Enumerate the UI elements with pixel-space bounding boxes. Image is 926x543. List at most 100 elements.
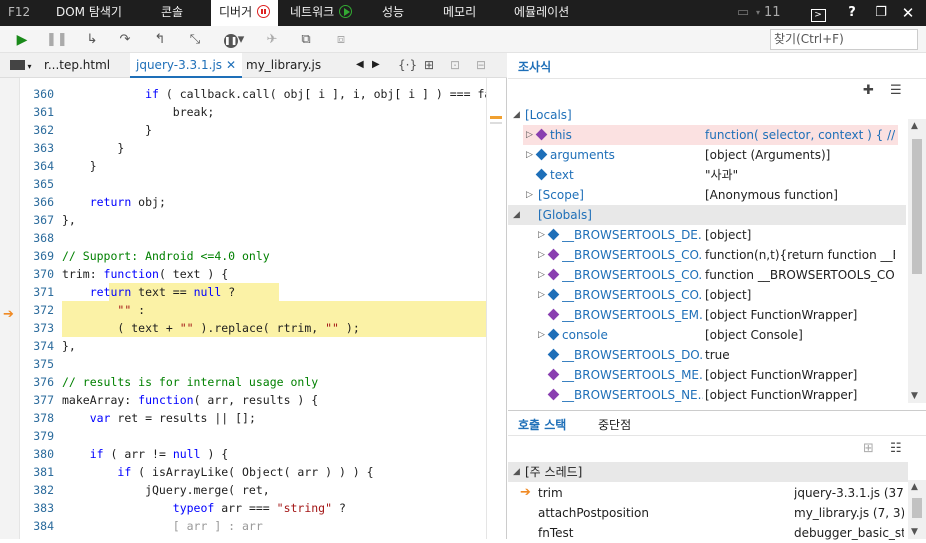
monitor-icon[interactable]: ▭	[733, 0, 753, 26]
watch-row[interactable]: __BROWSERTOOLS_DO... true	[508, 345, 906, 365]
code-line: 361 break;	[20, 103, 486, 121]
expand-arrow-icon[interactable]: ▷	[538, 245, 545, 265]
file-tab-mylibrary[interactable]: my_library.js	[240, 53, 327, 78]
watch-row[interactable]: __BROWSERTOOLS_EM... [object FunctionWrap…	[508, 305, 906, 325]
expand-arrow-icon[interactable]: ◢	[513, 105, 520, 125]
code-editor[interactable]: 360 if ( callback.call( obj[ i ], i, obj…	[20, 78, 486, 539]
tab-debugger[interactable]: 디버거	[211, 0, 278, 26]
step-over-icon[interactable]: ↷	[115, 30, 135, 50]
tab-emulation[interactable]: 에뮬레이션	[514, 0, 569, 26]
dropdown-icon[interactable]: ▾	[754, 0, 762, 26]
expand-arrow-icon[interactable]: ▷	[526, 125, 533, 145]
watch-row[interactable]: ▷ arguments [object (Arguments)]	[508, 145, 906, 165]
callstack-scrollbar[interactable]: ▲ ▼	[908, 480, 926, 539]
code-text: if ( arr != null ) {	[89, 447, 229, 461]
expand-arrow-icon[interactable]: ▷	[538, 265, 545, 285]
find-input[interactable]: 찾기(Ctrl+F)	[770, 29, 918, 50]
scroll-down-icon[interactable]: ▼	[911, 391, 918, 401]
callstack-options-icon[interactable]: ⊞	[863, 441, 874, 456]
close-icon[interactable]: ✕	[900, 0, 916, 26]
expand-arrow-icon[interactable]: ◢	[513, 205, 520, 225]
watch-row[interactable]: ▷ __BROWSERTOOLS_DE... [object]	[508, 225, 906, 245]
scroll-thumb[interactable]	[912, 498, 922, 518]
collapse-arrow-icon: ◢	[513, 467, 520, 477]
watch-row[interactable]: ▷ [Scope] [Anonymous function]	[508, 185, 906, 205]
scroll-up-icon[interactable]: ▲	[911, 482, 918, 492]
watch-name: __BROWSERTOOLS_ME...	[562, 368, 703, 382]
scroll-thumb[interactable]	[912, 139, 922, 274]
delete-all-watches-icon[interactable]: ☰	[890, 83, 902, 98]
watch-row[interactable]: ▷ __BROWSERTOOLS_CO... function __BROWSERT…	[508, 265, 906, 285]
file-tab-jquery[interactable]: jquery-3.3.1.js ✕	[130, 53, 242, 78]
tab-performance[interactable]: 성능	[382, 0, 404, 26]
watch-scrollbar[interactable]: ▲ ▼	[908, 119, 926, 403]
watch-row[interactable]: text "사과"	[508, 165, 906, 185]
disable-breakpoints-icon[interactable]: ✈	[262, 30, 282, 50]
expand-arrow-icon[interactable]: ▷	[526, 185, 533, 205]
expand-arrow-icon[interactable]: ▷	[526, 145, 533, 165]
line-number: 366	[33, 195, 54, 209]
frame-name: fnTest	[538, 526, 574, 540]
clear-breakpoints-icon[interactable]: ⧈	[331, 30, 351, 50]
word-wrap-icon[interactable]: ⊞	[418, 53, 440, 78]
watch-row[interactable]: ▷ console [object Console]	[508, 325, 906, 345]
code-text: }	[62, 123, 153, 137]
tab-network-label: 네트워크	[290, 5, 335, 19]
code-line: 373 ( text + "" ).replace( rtrim, "" );	[20, 319, 486, 337]
watch-value: "사과"	[705, 168, 739, 182]
tab-memory[interactable]: 메모리	[443, 0, 476, 26]
breakpoint-gutter[interactable]: ➔	[0, 78, 20, 539]
watch-row[interactable]: ▷ this function( selector, context ) { //.…	[523, 125, 898, 145]
watch-row[interactable]: ◢ [Globals]	[508, 205, 906, 225]
code-line: 382 jQuery.merge( ret,	[20, 481, 486, 499]
tab-callstack[interactable]: 호출 스택	[518, 416, 566, 433]
break-icon[interactable]: ❚❚	[46, 30, 68, 50]
watch-row[interactable]: __BROWSERTOOLS_ME... [object FunctionWrap…	[508, 365, 906, 385]
continue-icon[interactable]: ▶	[12, 30, 32, 50]
editor-scrollbar[interactable]	[486, 78, 506, 539]
tab-dom-explorer[interactable]: DOM 탐색기	[56, 0, 122, 26]
just-my-code-icon[interactable]: ⧉	[296, 30, 316, 50]
tab-network[interactable]: 네트워크	[290, 0, 353, 26]
step-out-icon[interactable]: ↰	[150, 30, 170, 50]
folder-icon[interactable]: ▾	[4, 53, 38, 78]
callstack-frame[interactable]: ➔ trim jquery-3.3.1.js (371...	[508, 483, 906, 503]
code-text: typeof arr === "string" ?	[172, 501, 346, 515]
step-into-icon[interactable]: ↳	[82, 30, 102, 50]
callstack-frame[interactable]: fnTest debugger_basic_st...	[508, 523, 906, 543]
show-code-icon[interactable]: ☷	[890, 441, 902, 456]
add-watch-icon[interactable]: ✚	[863, 83, 874, 98]
code-line: 371 return text == null ?	[20, 283, 486, 301]
code-text: var ret = results || [];	[89, 411, 256, 425]
source-map-icon[interactable]: ⊡	[444, 53, 466, 78]
callstack-frame[interactable]: attachPostposition my_library.js (7, 3)	[508, 503, 906, 523]
undock-icon[interactable]: ❐	[873, 0, 889, 26]
watch-row[interactable]: ◢ [Locals]	[508, 105, 906, 125]
watch-row[interactable]: __BROWSERTOOLS_NE... [object FunctionWrap…	[508, 385, 906, 405]
tab-breakpoints[interactable]: 중단점	[598, 416, 631, 433]
code-text: if ( callback.call( obj[ i ], i, obj[ i …	[145, 87, 486, 101]
watch-row[interactable]: ▷ __BROWSERTOOLS_CO... function(n,t){retur…	[508, 245, 906, 265]
expand-arrow-icon[interactable]: ▷	[538, 325, 545, 345]
expand-arrow-icon[interactable]: ▷	[538, 285, 545, 305]
file-tab-html[interactable]: r...tep.html	[38, 53, 116, 78]
exception-behavior-icon[interactable]: ❚❚▾	[220, 30, 248, 50]
expand-arrow-icon[interactable]: ▷	[538, 225, 545, 245]
tab-scroll-right-icon[interactable]: ▶	[366, 53, 386, 78]
tab-console[interactable]: 콘솔	[161, 0, 183, 26]
help-icon[interactable]: ?	[844, 0, 860, 26]
watch-name: __BROWSERTOOLS_NE...	[562, 388, 703, 402]
console-toggle-icon[interactable]: >	[808, 0, 828, 26]
watch-name: [Scope]	[538, 188, 584, 202]
code-text: [ arr ] : arr	[62, 519, 263, 533]
scroll-down-icon[interactable]: ▼	[911, 527, 918, 537]
close-tab-icon[interactable]: ✕	[226, 53, 236, 77]
scroll-marker	[490, 116, 502, 119]
frame-name: attachPostposition	[538, 506, 649, 520]
open-document-icon[interactable]: ⊟	[470, 53, 492, 78]
line-number: 361	[33, 105, 54, 119]
watch-row[interactable]: ▷ __BROWSERTOOLS_CO... [object]	[508, 285, 906, 305]
break-on-new-worker-icon[interactable]: ⤡	[185, 30, 205, 50]
scroll-up-icon[interactable]: ▲	[911, 121, 918, 131]
thread-group[interactable]: ◢ [주 스레드]	[508, 462, 908, 482]
